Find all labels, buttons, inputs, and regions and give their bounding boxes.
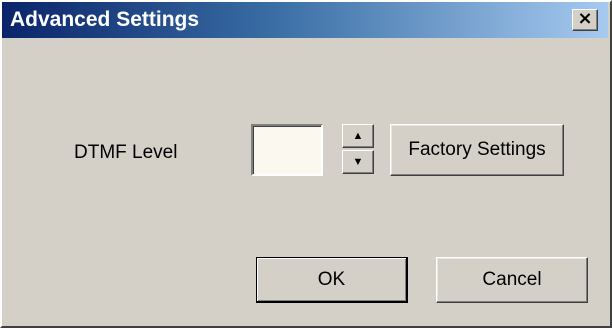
close-icon: × — [577, 8, 593, 29]
arrow-down-icon: ▼ — [352, 156, 364, 168]
dialog-title: Advanced Settings — [10, 8, 200, 31]
arrow-up-icon: ▲ — [352, 130, 364, 142]
title-bar[interactable]: Advanced Settings × — [2, 2, 608, 38]
spin-down-button[interactable]: ▼ — [342, 150, 374, 174]
close-button[interactable]: × — [572, 9, 598, 31]
advanced-settings-dialog: Advanced Settings × DTMF Level ▲ ▼ Facto… — [0, 0, 612, 328]
dtmf-level-label: DTMF Level — [74, 142, 178, 163]
ok-button[interactable]: OK — [256, 257, 408, 303]
spin-up-button[interactable]: ▲ — [342, 124, 374, 148]
dtmf-level-input[interactable] — [251, 124, 323, 176]
cancel-button[interactable]: Cancel — [436, 257, 588, 303]
factory-settings-button[interactable]: Factory Settings — [390, 124, 564, 176]
